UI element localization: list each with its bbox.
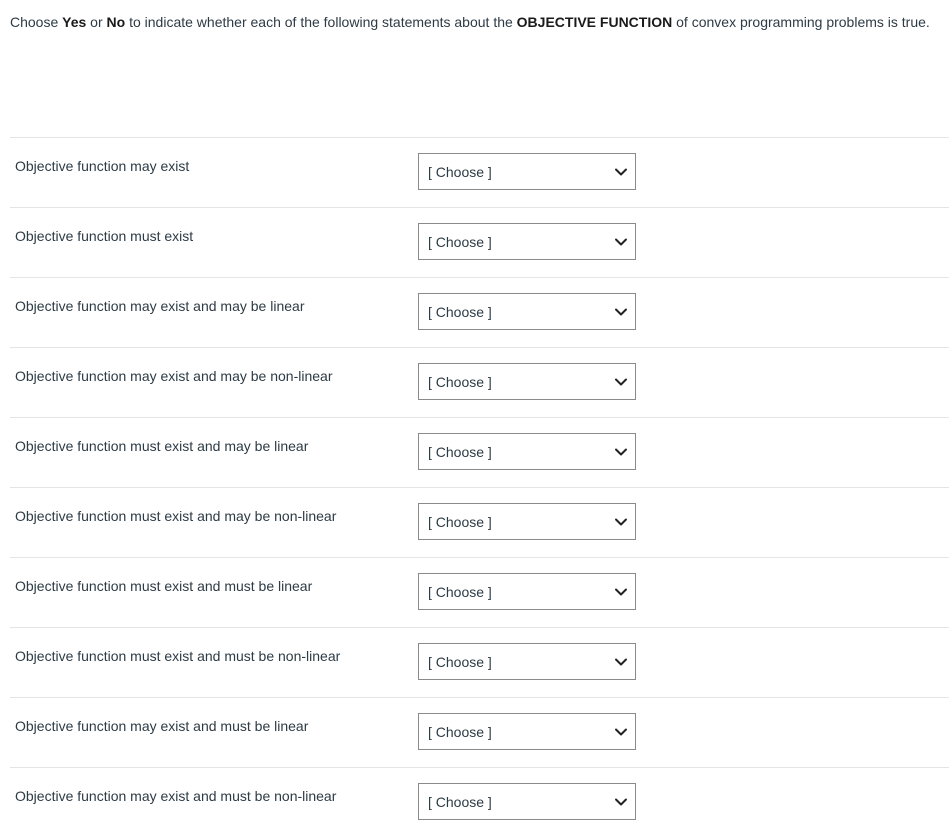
chevron-down-icon [614, 655, 628, 669]
dropdown-selected-value: [ Choose ] [428, 444, 492, 460]
statement-label: Objective function must exist and may be… [15, 437, 308, 455]
question-row: Objective function must exist and must b… [10, 628, 949, 698]
answer-list: Objective function may exist [ Choose ] … [10, 137, 949, 837]
instructions-text-4: of convex programming problems is true. [672, 14, 930, 30]
dropdown-selected-value: [ Choose ] [428, 374, 492, 390]
chevron-down-icon [614, 165, 628, 179]
instructions-topic: OBJECTIVE FUNCTION [517, 14, 673, 30]
dropdown-selected-value: [ Choose ] [428, 514, 492, 530]
statement-label: Objective function must exist [15, 227, 193, 245]
statement-label: Objective function may exist and must be… [15, 717, 308, 735]
instructions-text-1: Choose [10, 14, 62, 30]
chevron-down-icon [614, 515, 628, 529]
question-row: Objective function must exist and may be… [10, 488, 949, 558]
question-row: Objective function may exist and may be … [10, 348, 949, 418]
answer-dropdown[interactable]: [ Choose ] [418, 153, 636, 190]
answer-dropdown[interactable]: [ Choose ] [418, 783, 636, 820]
chevron-down-icon [614, 305, 628, 319]
question-instructions: Choose Yes or No to indicate whether eac… [10, 13, 946, 31]
question-row: Objective function must exist [ Choose ] [10, 208, 949, 278]
statement-label: Objective function may exist and must be… [15, 787, 336, 805]
question-row: Objective function must exist and must b… [10, 558, 949, 628]
statement-label: Objective function may exist and may be … [15, 367, 333, 385]
chevron-down-icon [614, 235, 628, 249]
statement-label: Objective function may exist and may be … [15, 297, 304, 315]
question-row: Objective function may exist [ Choose ] [10, 138, 949, 208]
chevron-down-icon [614, 445, 628, 459]
chevron-down-icon [614, 725, 628, 739]
answer-dropdown[interactable]: [ Choose ] [418, 573, 636, 610]
answer-dropdown[interactable]: [ Choose ] [418, 713, 636, 750]
statement-label: Objective function must exist and may be… [15, 507, 336, 525]
dropdown-selected-value: [ Choose ] [428, 794, 492, 810]
statement-label: Objective function must exist and must b… [15, 647, 340, 665]
question-row: Objective function may exist and may be … [10, 278, 949, 348]
dropdown-selected-value: [ Choose ] [428, 654, 492, 670]
answer-dropdown[interactable]: [ Choose ] [418, 503, 636, 540]
instructions-text-2: or [86, 14, 106, 30]
answer-dropdown[interactable]: [ Choose ] [418, 223, 636, 260]
dropdown-selected-value: [ Choose ] [428, 234, 492, 250]
question-row: Objective function must exist and may be… [10, 418, 949, 488]
instructions-no: No [107, 14, 126, 30]
question-row: Objective function may exist and must be… [10, 698, 949, 768]
dropdown-selected-value: [ Choose ] [428, 584, 492, 600]
dropdown-selected-value: [ Choose ] [428, 724, 492, 740]
statement-label: Objective function may exist [15, 157, 189, 175]
answer-dropdown[interactable]: [ Choose ] [418, 433, 636, 470]
dropdown-selected-value: [ Choose ] [428, 164, 492, 180]
statement-label: Objective function must exist and must b… [15, 577, 312, 595]
instructions-text-3: to indicate whether each of the followin… [125, 14, 516, 30]
chevron-down-icon [614, 795, 628, 809]
answer-dropdown[interactable]: [ Choose ] [418, 293, 636, 330]
instructions-yes: Yes [62, 14, 86, 30]
answer-dropdown[interactable]: [ Choose ] [418, 363, 636, 400]
chevron-down-icon [614, 585, 628, 599]
dropdown-selected-value: [ Choose ] [428, 304, 492, 320]
question-row: Objective function may exist and must be… [10, 768, 949, 837]
answer-dropdown[interactable]: [ Choose ] [418, 643, 636, 680]
chevron-down-icon [614, 375, 628, 389]
